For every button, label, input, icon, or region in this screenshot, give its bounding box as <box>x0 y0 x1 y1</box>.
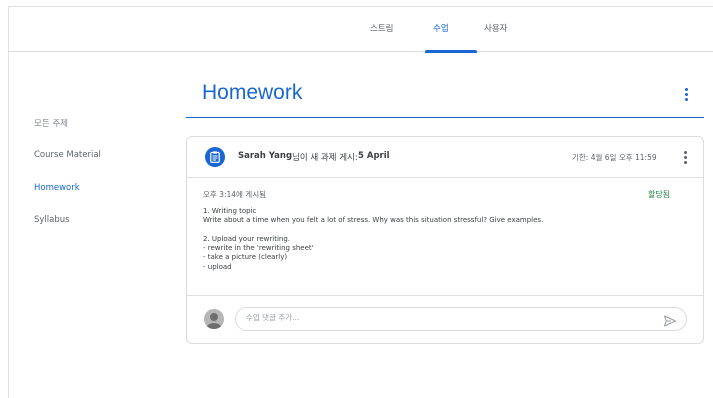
status-badge: 할당됨 <box>648 190 671 199</box>
post-author: Sarah Yang <box>238 151 293 161</box>
instruction-line: 2. Upload your rewriting. <box>203 234 290 243</box>
tab-people[interactable]: 사용자 <box>484 22 507 34</box>
sidebar-item-syllabus[interactable]: Syllabus <box>34 215 70 225</box>
assignment-title: 5 April <box>358 151 390 161</box>
tab-stream[interactable]: 스트림 <box>370 22 393 34</box>
more-vert-icon <box>676 86 696 101</box>
send-button[interactable] <box>663 313 677 327</box>
instruction-line: Write about a time when you felt a lot o… <box>203 216 544 225</box>
assignment-header[interactable]: Sarah Yang 님이 새 과제 게시: 5 April 기한: 4월 6일… <box>187 137 703 178</box>
assignment-more-button[interactable] <box>678 149 692 167</box>
post-action-text: 님이 새 과제 게시: <box>292 153 358 163</box>
instruction-line: - rewrite in the 'rewriting sheet' <box>203 244 314 253</box>
assignment-instructions: 1. Writing topic Write about a time when… <box>203 207 673 272</box>
class-comment-input[interactable] <box>246 313 646 322</box>
comment-area <box>187 295 703 345</box>
sidebar-item-course-material[interactable]: Course Material <box>34 150 101 160</box>
avatar <box>204 309 224 329</box>
section-title: Homework <box>202 81 303 104</box>
assignment-card: Sarah Yang 님이 새 과제 게시: 5 April 기한: 4월 6일… <box>186 136 704 344</box>
instruction-line: - upload <box>203 262 232 271</box>
due-date: 기한: 4월 6일 오후 11:59 <box>572 153 657 162</box>
instruction-line <box>203 226 673 235</box>
posted-time: 오후 3:14에 게시됨 <box>203 190 267 199</box>
section-more-button[interactable] <box>676 86 696 104</box>
send-icon <box>663 315 677 327</box>
comment-box <box>235 307 687 331</box>
sidebar-item-all-topics[interactable]: 모든 주제 <box>34 117 68 129</box>
instruction-line: 1. Writing topic <box>203 207 257 215</box>
top-navigation: 스트림 수업 사용자 <box>9 7 713 53</box>
window-left-border <box>8 6 9 398</box>
instruction-line: - take a picture (clearly) <box>203 253 288 262</box>
tab-classwork[interactable]: 수업 <box>433 22 449 34</box>
active-tab-indicator <box>425 50 477 53</box>
sidebar-item-homework[interactable]: Homework <box>34 183 80 193</box>
assignment-icon <box>205 147 225 167</box>
more-vert-icon <box>678 149 692 164</box>
section-divider <box>186 117 704 118</box>
